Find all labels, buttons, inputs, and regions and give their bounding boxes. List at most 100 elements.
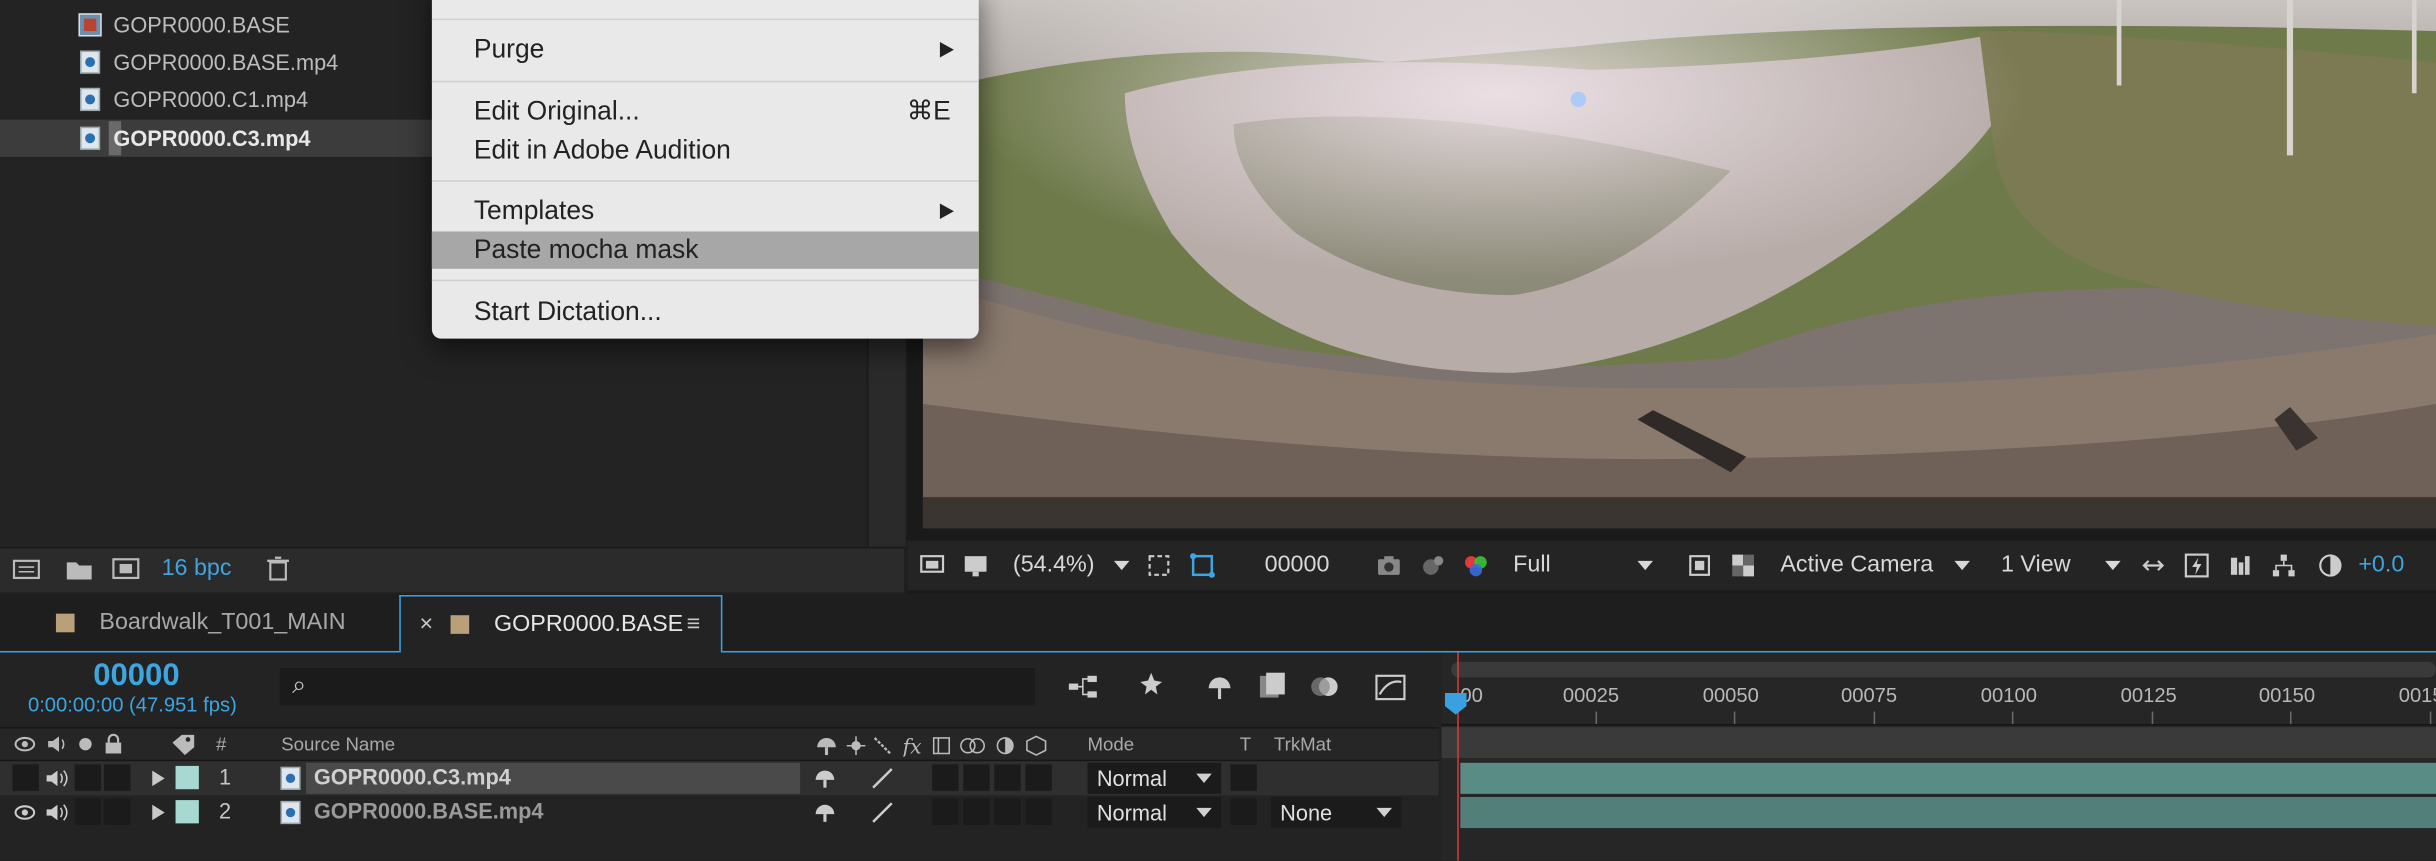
current-time-display[interactable]: 00000: [1265, 552, 1330, 578]
ruler-tick-label: 00050: [1702, 683, 1759, 707]
layer-label-color[interactable]: [175, 765, 199, 790]
ruler-tick: [1733, 711, 1736, 724]
layer-row[interactable]: 2 GOPR0000.BASE.mp4 Normal None: [0, 795, 1439, 830]
transparency-grid-icon[interactable]: [1731, 553, 1756, 578]
preserve-transparency-toggle[interactable]: [1230, 798, 1257, 825]
shy-layers-icon[interactable]: [1202, 670, 1236, 704]
close-icon[interactable]: ×: [419, 597, 433, 653]
tab-gopr0000-base[interactable]: × GOPR0000.BASE ≡: [399, 595, 723, 653]
adjustment-layer-switch[interactable]: [1025, 764, 1052, 791]
ruler-tick-label: 00150: [2258, 683, 2316, 707]
ruler-tick-label: 00025: [1562, 683, 1620, 707]
toggle-transparency-grid-icon[interactable]: [1190, 553, 1215, 578]
adjustment-layer-switch[interactable]: [1025, 798, 1052, 825]
resolution-dropdown[interactable]: Full: [1513, 552, 1654, 578]
shy-switch-icon[interactable]: [813, 800, 838, 825]
region-of-interest-icon[interactable]: [1147, 553, 1172, 578]
effect-switch[interactable]: [932, 764, 959, 791]
ruler-tick-label: 00100: [1980, 683, 2037, 707]
footage-icon: [80, 126, 101, 150]
trash-icon[interactable]: [264, 556, 292, 581]
timeline-icon[interactable]: [2228, 553, 2253, 578]
expand-triangle-icon[interactable]: [152, 804, 165, 821]
always-preview-icon[interactable]: [920, 553, 945, 578]
lock-toggle[interactable]: [104, 798, 131, 825]
current-time-display[interactable]: 00000: [93, 659, 179, 695]
graph-editor-icon[interactable]: [1373, 670, 1407, 704]
blend-mode-dropdown[interactable]: Normal: [1087, 762, 1222, 794]
menu-item-edit-original[interactable]: Edit Original... ⌘E: [432, 93, 979, 130]
blend-mode-dropdown[interactable]: Normal: [1087, 796, 1222, 829]
new-folder-icon[interactable]: [65, 556, 93, 581]
toggle-pixel-aspect-icon[interactable]: [2141, 553, 2166, 578]
layer-label-color[interactable]: [175, 800, 199, 824]
fast-previews-icon[interactable]: [1687, 553, 1712, 578]
bit-depth-button[interactable]: 16 bpc: [162, 555, 232, 581]
layer-search-input[interactable]: ⌕: [279, 668, 1035, 706]
camera-view-dropdown[interactable]: Active Camera: [1780, 552, 1971, 578]
work-area-bar[interactable]: [1441, 727, 2436, 759]
audio-icon[interactable]: [44, 802, 69, 824]
submenu-arrow-icon: [939, 41, 954, 58]
color-channels-icon[interactable]: [1463, 553, 1488, 578]
new-composition-icon[interactable]: [112, 556, 140, 581]
tab-boardwalk-main[interactable]: Boardwalk_T001_MAIN: [37, 595, 397, 651]
time-navigator-bar[interactable]: [1451, 661, 2436, 678]
column-header-source-name[interactable]: Source Name: [281, 733, 395, 755]
exposure-reset-icon[interactable]: [2318, 553, 2343, 578]
menu-item-label: Purge: [473, 34, 545, 64]
effect-switch[interactable]: [932, 798, 959, 825]
footage-icon: [80, 87, 101, 112]
menu-item-start-dictation[interactable]: Start Dictation...: [432, 294, 979, 331]
layer-row[interactable]: 1 GOPR0000.C3.mp4 Normal: [0, 761, 1439, 796]
interpret-footage-icon[interactable]: [12, 556, 40, 581]
lock-toggle[interactable]: [104, 764, 131, 791]
frame-blend-switch[interactable]: [963, 764, 990, 791]
audio-icon: [48, 736, 65, 752]
menu-item-templates[interactable]: Templates: [432, 193, 979, 230]
solo-toggle[interactable]: [74, 798, 101, 825]
preserve-transparency-toggle[interactable]: [1230, 764, 1257, 791]
layer-source-name[interactable]: GOPR0000.C3.mp4: [314, 764, 511, 789]
viewer-footage-frame[interactable]: [922, 0, 2436, 529]
tab-label: Boardwalk_T001_MAIN: [99, 609, 346, 636]
video-visibility-toggle[interactable]: [12, 764, 39, 791]
solo-toggle[interactable]: [74, 764, 101, 791]
motion-blur-switch[interactable]: [994, 764, 1021, 791]
audio-icon[interactable]: [44, 767, 69, 789]
time-ruler[interactable]: 00 00025 00050 00075 00100 00125 00150 0…: [1441, 680, 2436, 726]
shy-switch-icon[interactable]: [813, 766, 838, 791]
composition-mini-flowchart-icon[interactable]: [1066, 670, 1100, 704]
footage-icon: [280, 800, 301, 825]
frame-blending-icon[interactable]: [1255, 670, 1289, 704]
show-snapshot-icon[interactable]: [1420, 553, 1445, 578]
current-time-indicator[interactable]: [1457, 652, 1459, 861]
frame-blend-switch[interactable]: [963, 798, 990, 825]
magnification-dropdown[interactable]: (54.4%): [1013, 552, 1129, 578]
panel-menu-icon[interactable]: ≡: [687, 597, 701, 653]
ruler-tick: [2429, 711, 2432, 724]
layer-duration-bar[interactable]: [1460, 762, 2436, 794]
eye-icon[interactable]: [14, 803, 36, 822]
view-layout-dropdown[interactable]: 1 View: [2001, 552, 2121, 578]
exposure-value[interactable]: +0.0: [2358, 552, 2404, 578]
monitor-icon[interactable]: [963, 553, 988, 578]
menu-separator: [431, 18, 979, 21]
expand-triangle-icon[interactable]: [152, 770, 165, 787]
menu-item-edit-in-audition[interactable]: Edit in Adobe Audition: [432, 132, 979, 169]
menu-item-paste-mocha-mask[interactable]: Paste mocha mask: [431, 231, 979, 269]
motion-blur-icon[interactable]: [1308, 670, 1342, 704]
fast-draft-icon[interactable]: [2184, 553, 2209, 578]
timeline-time-graph[interactable]: 00 00025 00050 00075 00100 00125 00150 0…: [1441, 652, 2436, 861]
layer-source-name[interactable]: GOPR0000.BASE.mp4: [314, 799, 544, 824]
menu-item-purge[interactable]: Purge: [432, 31, 979, 68]
track-matte-dropdown[interactable]: None: [1270, 796, 1402, 829]
flowchart-icon[interactable]: [2271, 553, 2296, 578]
draft-3d-icon[interactable]: [1134, 670, 1168, 704]
quality-switch-icon[interactable]: [870, 800, 895, 825]
snapshot-camera-icon[interactable]: [1376, 553, 1401, 578]
quality-switch-icon[interactable]: [870, 766, 895, 791]
composition-viewer: (54.4%) 00000 Full Active Camera 1 View …: [907, 0, 2436, 594]
motion-blur-switch[interactable]: [994, 798, 1021, 825]
layer-duration-bar[interactable]: [1460, 796, 2436, 829]
